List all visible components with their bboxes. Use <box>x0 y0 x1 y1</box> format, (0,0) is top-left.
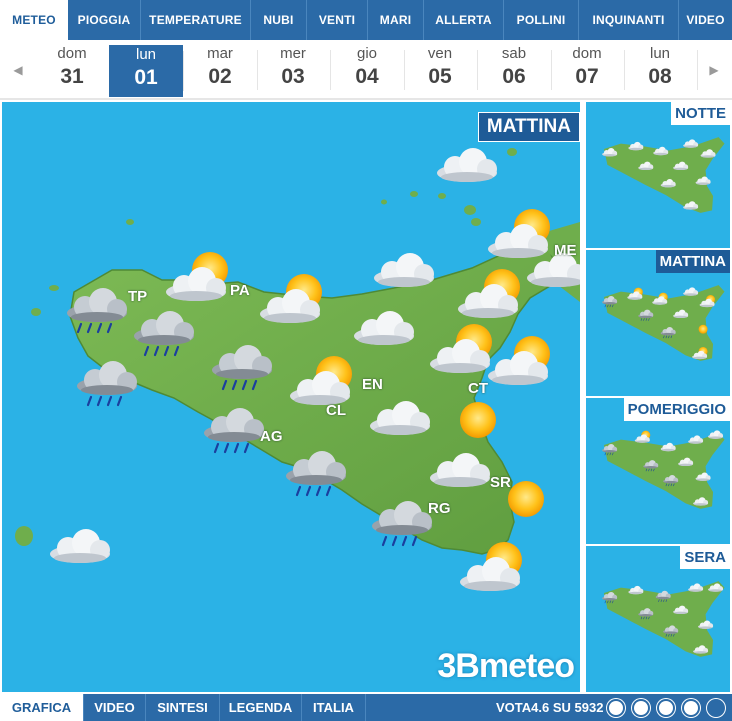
tab-video[interactable]: VIDEO <box>679 0 732 40</box>
thumb-notte[interactable]: NOTTE <box>586 102 730 248</box>
day-number: 08 <box>648 65 672 88</box>
day-name: ven <box>427 45 453 62</box>
next-day-icon[interactable]: ▶ <box>696 40 732 100</box>
tab-allerta[interactable]: ALLERTA <box>424 0 504 40</box>
day-item-selected[interactable]: lun 01 <box>109 45 184 97</box>
thumb-sera[interactable]: SERA <box>586 546 730 692</box>
tab-legenda[interactable]: LEGENDA <box>220 694 302 721</box>
day-number: 03 <box>281 65 305 88</box>
day-name: sab <box>501 45 527 62</box>
city-label-ragusa: RG <box>428 500 451 517</box>
day-name: gio <box>356 45 378 62</box>
day-item[interactable]: dom 31 <box>35 44 110 96</box>
day-selector: ◀ dom 31 lun 01 mar 02 mer 03 gio 04 ven 05 sa… <box>0 40 732 100</box>
tab-mari[interactable]: MARI <box>368 0 424 40</box>
thumb-mattina[interactable]: MATTINA <box>586 250 730 396</box>
period-label: MATTINA <box>477 112 580 142</box>
rating-star-icon[interactable] <box>684 701 698 715</box>
tab-meteo[interactable]: METEO <box>0 0 68 40</box>
day-number: 06 <box>502 65 526 88</box>
tab-video-bottom[interactable]: VIDEO <box>84 694 146 721</box>
thumb-label: NOTTE <box>671 102 730 125</box>
city-label-trapani: TP <box>128 288 148 305</box>
tab-sintesi[interactable]: SINTESI <box>146 694 220 721</box>
day-name: mer <box>280 45 306 62</box>
day-name: lun <box>649 45 671 62</box>
day-number: 05 <box>428 65 452 88</box>
city-label-caltanissetta: CL <box>326 402 346 419</box>
rating-star-icon[interactable] <box>609 701 623 715</box>
day-item[interactable]: ven 05 <box>403 44 478 96</box>
day-item[interactable]: mar 02 <box>183 44 258 96</box>
thumb-pomeriggio[interactable]: POMERIGGIO <box>586 398 730 544</box>
day-name: lun <box>135 46 157 63</box>
tab-pioggia[interactable]: PIOGGIA <box>68 0 141 40</box>
tab-temperature[interactable]: TEMPERATURE <box>141 0 251 40</box>
thumb-label: MATTINA <box>655 250 730 273</box>
day-number: 04 <box>355 65 379 88</box>
day-item[interactable]: gio 04 <box>330 44 405 96</box>
prev-day-icon[interactable]: ◀ <box>0 40 36 100</box>
day-number: 07 <box>575 65 599 88</box>
city-label-messina: ME <box>554 242 577 259</box>
rating-star-icon[interactable] <box>709 701 723 715</box>
tab-pollini[interactable]: POLLINI <box>504 0 579 40</box>
weather-map[interactable]: TP PA ME EN CL CT AG SR RG MATTINA 3Bmet… <box>2 102 580 692</box>
day-item[interactable]: sab 06 <box>477 44 552 96</box>
bottom-tab-bar: GRAFICA VIDEO SINTESI LEGENDA ITALIA VOT… <box>0 694 732 721</box>
city-label-agrigento: AG <box>260 428 283 445</box>
tab-inquinanti[interactable]: INQUINANTI <box>579 0 679 40</box>
tab-italia[interactable]: ITALIA <box>302 694 366 721</box>
day-item[interactable]: mer 03 <box>256 44 331 96</box>
day-name: mar <box>207 45 233 62</box>
city-label-palermo: PA <box>230 282 250 299</box>
day-item[interactable]: dom 07 <box>550 44 625 96</box>
day-number: 01 <box>134 66 158 89</box>
top-tab-bar: METEO PIOGGIA TEMPERATURE NUBI VENTI MAR… <box>0 0 732 40</box>
tab-nubi[interactable]: NUBI <box>251 0 307 40</box>
day-name: dom <box>57 45 87 62</box>
day-number: 31 <box>60 65 84 88</box>
rating-star-icon[interactable] <box>634 701 648 715</box>
tab-grafica[interactable]: GRAFICA <box>0 694 84 721</box>
rating-star-icon[interactable] <box>659 701 673 715</box>
brand-logo: 3Bmeteo <box>437 647 575 685</box>
thumb-label: POMERIGGIO <box>623 398 730 421</box>
sicily-map-graphic <box>15 148 580 692</box>
vote-text: VOTA4.6 SU 5932 <box>496 700 604 715</box>
thumb-label: SERA <box>680 546 730 569</box>
day-name: dom <box>572 45 602 62</box>
tab-venti[interactable]: VENTI <box>307 0 368 40</box>
day-item[interactable]: lun 08 <box>623 44 698 96</box>
city-label-catania: CT <box>468 380 488 397</box>
day-number: 02 <box>208 65 232 88</box>
city-label-enna: EN <box>362 376 383 393</box>
vote-rating: VOTA4.6 SU 5932 <box>496 694 603 721</box>
city-label-siracusa: SR <box>490 474 511 491</box>
